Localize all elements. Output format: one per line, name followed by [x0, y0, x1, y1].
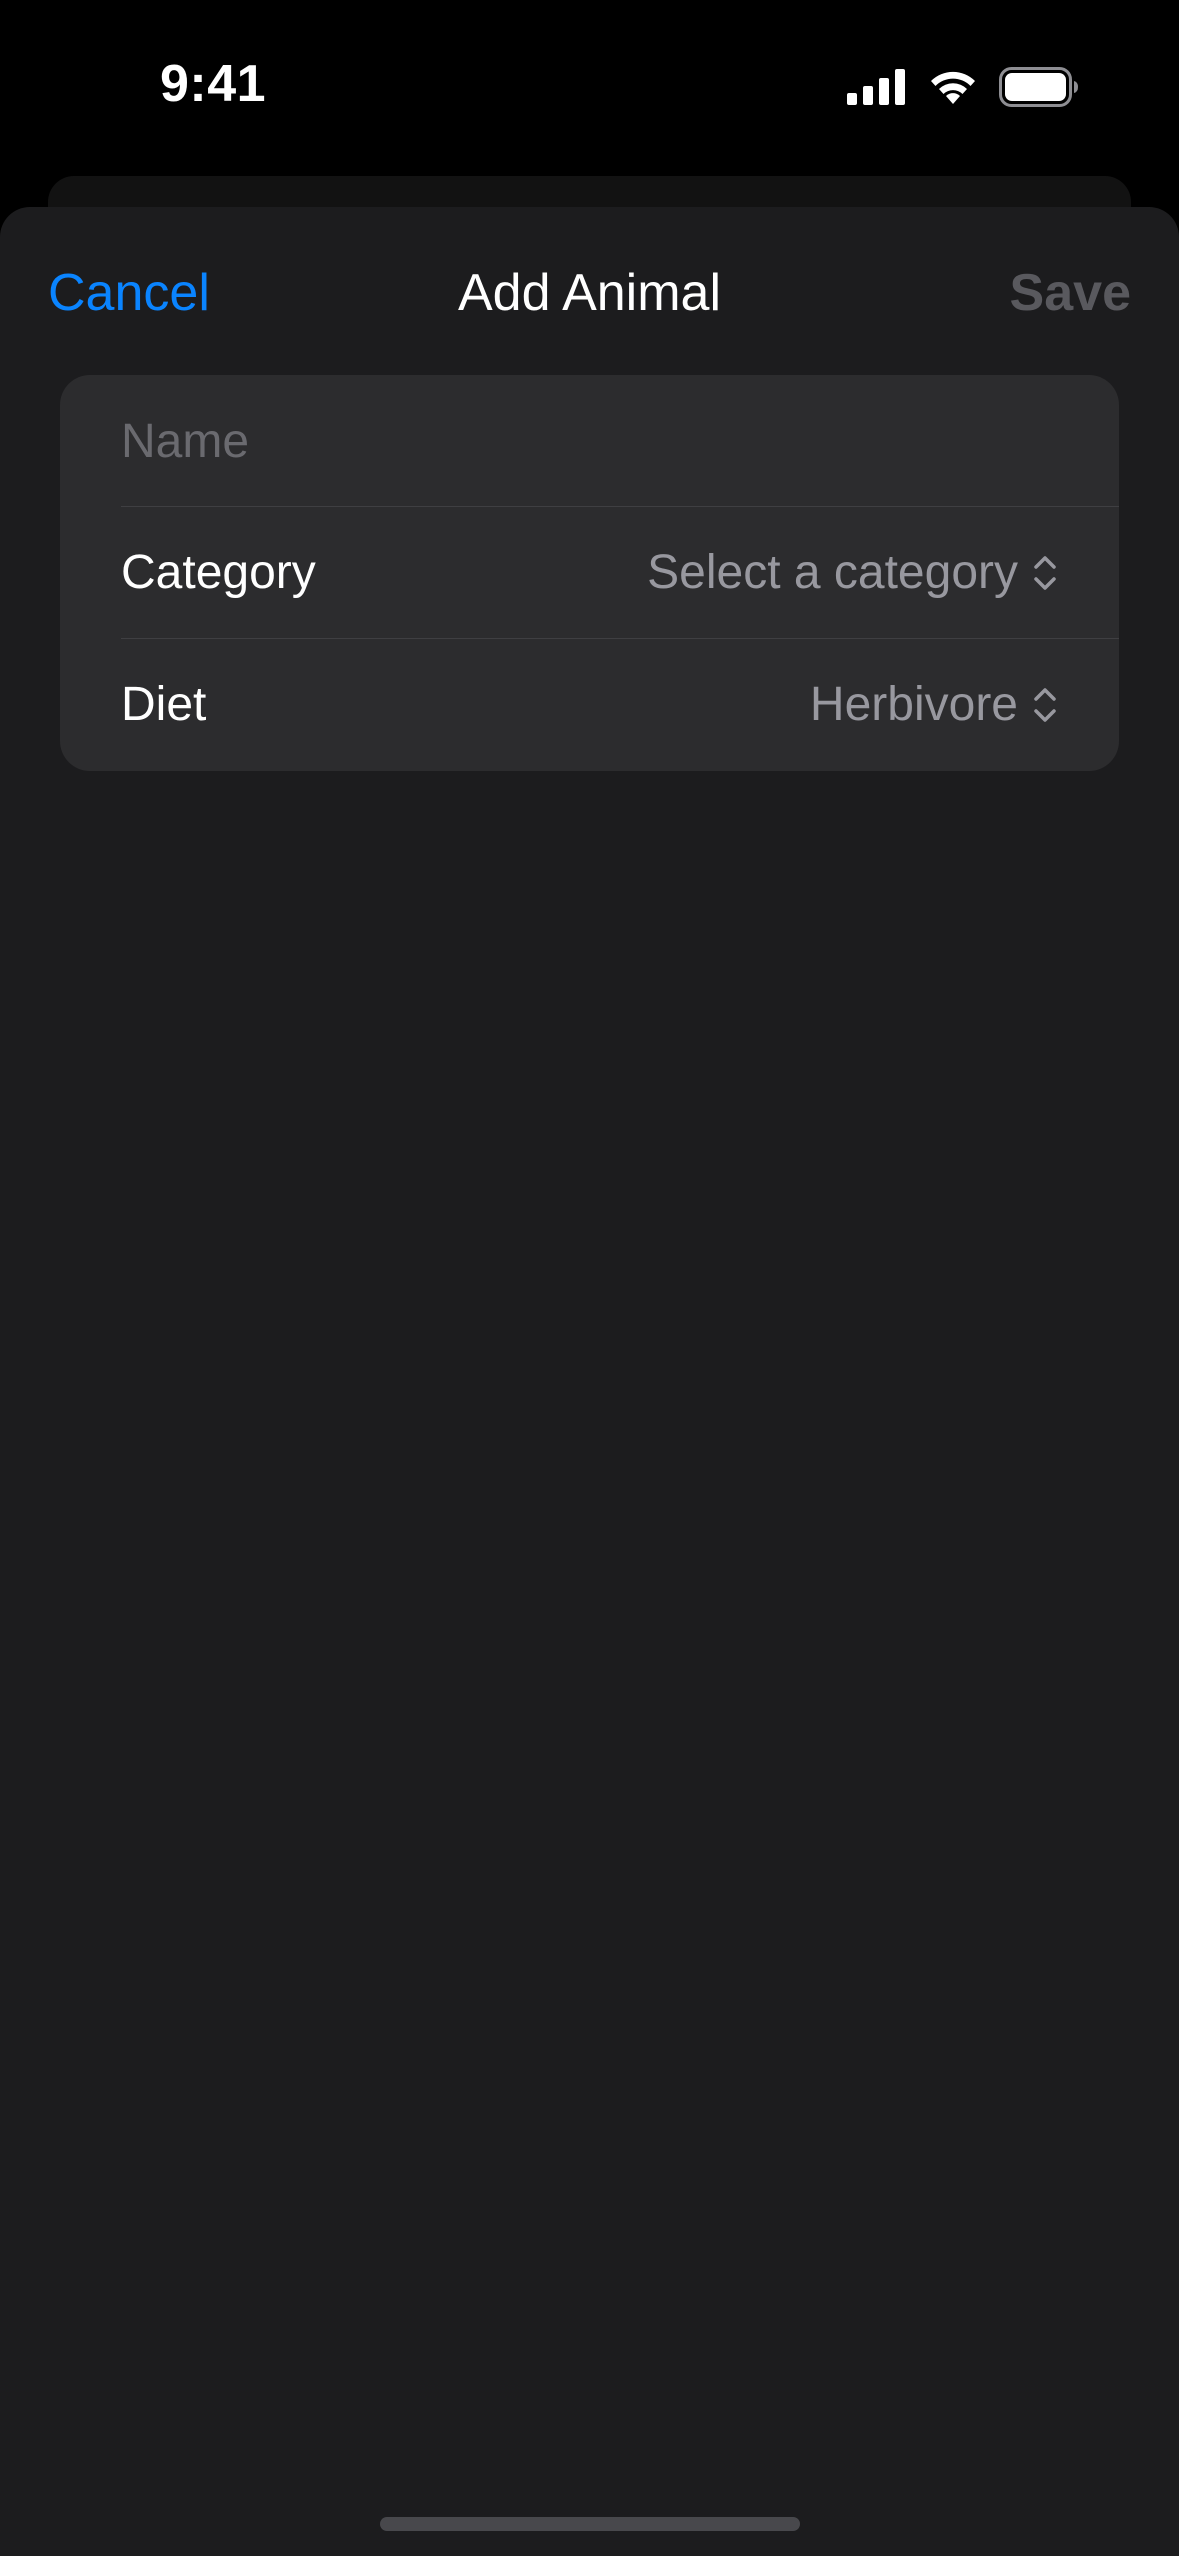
cancel-button[interactable]: Cancel [48, 263, 210, 323]
add-animal-sheet: Add Animal Cancel Save Category Select a… [0, 207, 1179, 2556]
category-picker[interactable]: Select a category [647, 545, 1058, 600]
animal-form-group: Category Select a category Diet Herbivor… [60, 375, 1119, 771]
category-label: Category [121, 546, 316, 599]
diet-label: Diet [121, 678, 207, 731]
category-row[interactable]: Category Select a category [60, 507, 1119, 639]
name-field[interactable] [121, 409, 1061, 473]
home-indicator[interactable] [380, 2517, 800, 2531]
add-animal-screen: 9:41 Add Animal Cancel Save Name Categor… [0, 0, 1179, 2556]
status-icons [847, 62, 1079, 112]
navigation-bar: Add Animal Cancel Save [0, 207, 1179, 377]
diet-value: Herbivore [809, 678, 1018, 731]
category-value: Select a category [647, 546, 1018, 599]
battery-icon [999, 67, 1078, 107]
cellular-signal-icon [847, 69, 905, 105]
chevron-up-down-icon [1034, 687, 1056, 722]
save-button[interactable]: Save [1010, 263, 1131, 323]
diet-row[interactable]: Diet Herbivore [60, 639, 1119, 771]
status-time: 9:41 [160, 55, 267, 113]
chevron-up-down-icon [1034, 555, 1056, 590]
status-bar: 9:41 [0, 0, 1179, 170]
name-row[interactable] [60, 375, 1119, 507]
diet-picker[interactable]: Herbivore [810, 677, 1058, 732]
wifi-icon [931, 71, 975, 104]
